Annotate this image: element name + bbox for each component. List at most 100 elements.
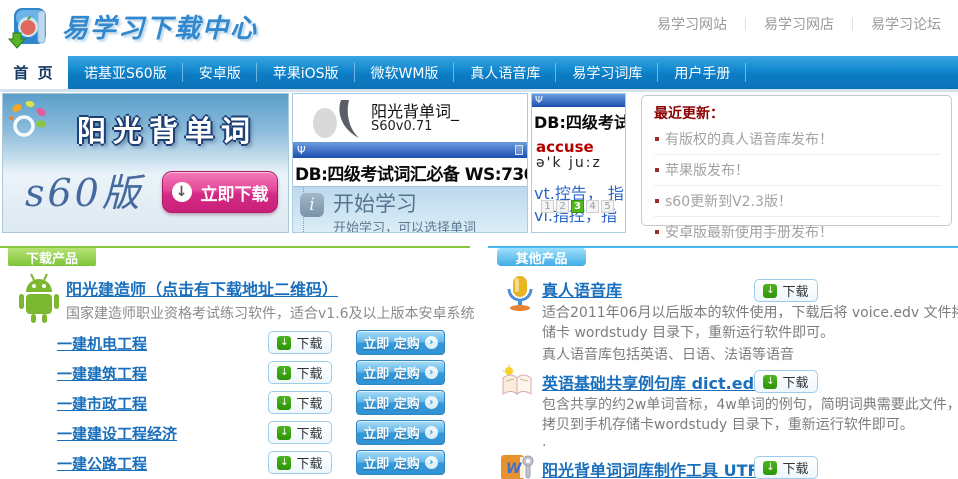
download-arrow-icon: ↓ — [277, 426, 291, 440]
db-status-line: DB:四级考试词汇必备 WS:7307 — [295, 160, 528, 185]
download-button[interactable]: ↓ 下载 — [268, 331, 332, 354]
banner-download-button[interactable]: ↓ 立即下载 — [162, 171, 278, 213]
sentence-lib-desc-line: 包含共享的约2w单词音标，4w单词的例句，简明词典需要此文件，下 — [542, 394, 958, 414]
tab-download-products[interactable]: 下载产品 — [8, 248, 96, 266]
order-label: 立即 定购 — [363, 363, 420, 382]
update-item-text: s60更新到V2.3版！ — [665, 194, 792, 210]
svg-text:W: W — [506, 461, 522, 477]
flower-logo-icon — [5, 98, 51, 148]
logo[interactable]: 易学习下载中心 — [8, 3, 258, 49]
download-arrow-icon: ↓ — [763, 284, 777, 298]
android-robot-icon — [16, 270, 62, 326]
update-item[interactable]: s60更新到V2.3版！ — [654, 186, 939, 217]
tab-other-products[interactable]: 其他产品 — [497, 248, 586, 266]
nav-item-android[interactable]: 安卓版 — [183, 56, 257, 89]
update-item-text: 苹果版发布！ — [665, 163, 749, 179]
menu-subtitle: 开始学习，可以选择单词 — [333, 217, 476, 233]
link-separator: ｜ — [846, 18, 859, 33]
pager-item-4[interactable]: 4 — [586, 200, 599, 213]
download-label: 下载 — [782, 281, 808, 300]
voice-lib-desc-line: 真人语音库包括英语、日语、法语等语音 — [542, 344, 794, 364]
header: 易学习下载中心 易学习网站｜易学习网店｜易学习论坛 — [0, 0, 958, 56]
row-link-jianzhu[interactable]: 一建建筑工程 — [57, 363, 147, 384]
nav-item-voice-lib[interactable]: 真人语音库 — [454, 56, 556, 89]
download-arrow-icon: ↓ — [277, 396, 291, 410]
update-item[interactable]: 苹果版发布！ — [654, 155, 939, 186]
chevron-right-icon: › — [425, 336, 438, 349]
download-button[interactable]: ↓ 下载 — [268, 391, 332, 414]
nav-item-nokia-s60[interactable]: 诺基亚S60版 — [68, 56, 183, 89]
order-button[interactable]: 立即 定购 › — [356, 330, 445, 355]
logo-text: 易学习下载中心 — [62, 8, 258, 45]
order-label: 立即 定购 — [363, 333, 420, 352]
nav-item-wm[interactable]: 微软WM版 — [355, 56, 455, 89]
bullet-icon — [655, 168, 659, 172]
row-link-jingji[interactable]: 一建建设工程经济 — [57, 423, 177, 444]
row-link-gonglu[interactable]: 一建公路工程 — [57, 453, 147, 474]
order-button[interactable]: 立即 定购 › — [356, 450, 445, 475]
microphone-icon — [504, 274, 536, 312]
link-store[interactable]: 易学习网店 — [764, 17, 834, 33]
backpack-download-icon — [8, 3, 54, 49]
db-status-line: DB:四级考试词 — [534, 109, 626, 133]
sentence-lib-desc-line: 拷贝到手机存储卡wordstudy 目录下，重新运行软件即可。 — [542, 414, 914, 434]
chevron-right-icon: › — [425, 366, 438, 379]
download-button[interactable]: ↓ 下载 — [754, 456, 818, 479]
battery-icon — [515, 145, 523, 155]
link-website[interactable]: 易学习网站 — [657, 17, 727, 33]
book-wrench-icon: W — [499, 452, 535, 479]
pager-item-1[interactable]: 1 — [541, 200, 554, 213]
download-label: 下载 — [782, 372, 808, 391]
pager-item-5[interactable]: 5 — [601, 200, 614, 213]
link-forum[interactable]: 易学习论坛 — [871, 17, 941, 33]
banner-edition: s60版 — [25, 162, 143, 217]
pager-item-3-active[interactable]: 3 — [571, 200, 584, 213]
download-arrow-icon: ↓ — [763, 461, 777, 475]
row-link-shizheng[interactable]: 一建市政工程 — [57, 393, 147, 414]
nav-item-ios[interactable]: 苹果iOS版 — [257, 56, 355, 89]
pager-item-2[interactable]: 2 — [556, 200, 569, 213]
download-button[interactable]: ↓ 下载 — [268, 361, 332, 384]
sentence-lib-link[interactable]: 英语基础共享例句库 dict.edb — [542, 370, 765, 394]
carousel-pager: 1 2 3 4 5 — [541, 200, 614, 213]
download-button[interactable]: ↓ 下载 — [754, 279, 818, 302]
nav-underline — [0, 89, 958, 92]
order-button[interactable]: 立即 定购 › — [356, 360, 445, 385]
antenna-icon: Ψ — [535, 95, 543, 106]
order-label: 立即 定购 — [363, 393, 420, 412]
app-screenshot-main: 阳光背单词_ S60v0.71 Ψ DB:四级考试词汇必备 WS:7307 i … — [292, 93, 528, 233]
order-button[interactable]: 立即 定购 › — [356, 420, 445, 445]
update-item[interactable]: 有版权的真人语音库发布！ — [654, 124, 939, 155]
order-button[interactable]: 立即 定购 › — [356, 390, 445, 415]
nav-item-home[interactable]: 首 页 — [0, 56, 68, 89]
promo-banner: 阳光背单词 s60版 ↓ 立即下载 — [2, 93, 289, 233]
book-bulb-icon — [499, 364, 535, 398]
download-button[interactable]: ↓ 下载 — [268, 451, 332, 474]
builder-product-desc: 国家建造师职业资格考试练习软件，适合v1.6及以上版本安卓系统 — [66, 303, 475, 323]
bullet-icon — [655, 137, 659, 141]
banner-title: 阳光背单词 — [51, 108, 283, 150]
info-icon: i — [300, 193, 324, 217]
download-arrow-icon: ↓ — [172, 182, 192, 202]
order-label: 立即 定购 — [363, 453, 420, 472]
download-label: 下载 — [782, 458, 808, 477]
row-link-jidian[interactable]: 一建机电工程 — [57, 333, 147, 354]
recent-updates-list: 有版权的真人语音库发布！ 苹果版发布！ s60更新到V2.3版！ 安卓版最新使用… — [654, 124, 939, 248]
download-label: 下载 — [296, 363, 322, 382]
nav-item-manual[interactable]: 用户手册 — [658, 56, 746, 89]
app-logo-icon — [301, 96, 371, 142]
nav-item-dict-lib[interactable]: 易学习词库 — [556, 56, 658, 89]
download-label: 下载 — [296, 393, 322, 412]
voice-lib-link[interactable]: 真人语音库 — [542, 277, 622, 301]
download-button[interactable]: ↓ 下载 — [754, 370, 818, 393]
download-arrow-icon: ↓ — [763, 375, 777, 389]
builder-product-link[interactable]: 阳光建造师（点击有下载地址二维码） — [66, 276, 338, 300]
bullet-icon — [655, 230, 659, 234]
bullet-icon — [655, 199, 659, 203]
download-label: 下载 — [296, 453, 322, 472]
main-nav: 首 页 诺基亚S60版 安卓版 苹果iOS版 微软WM版 真人语音库 易学习词库… — [0, 56, 958, 89]
dict-tool-link[interactable]: 阳光背单词词库制作工具 UTF8 — [542, 457, 770, 479]
update-item[interactable]: 安卓版最新使用手册发布！ — [654, 217, 939, 248]
download-button[interactable]: ↓ 下载 — [268, 421, 332, 444]
app-version: S60v0.71 — [371, 119, 432, 134]
